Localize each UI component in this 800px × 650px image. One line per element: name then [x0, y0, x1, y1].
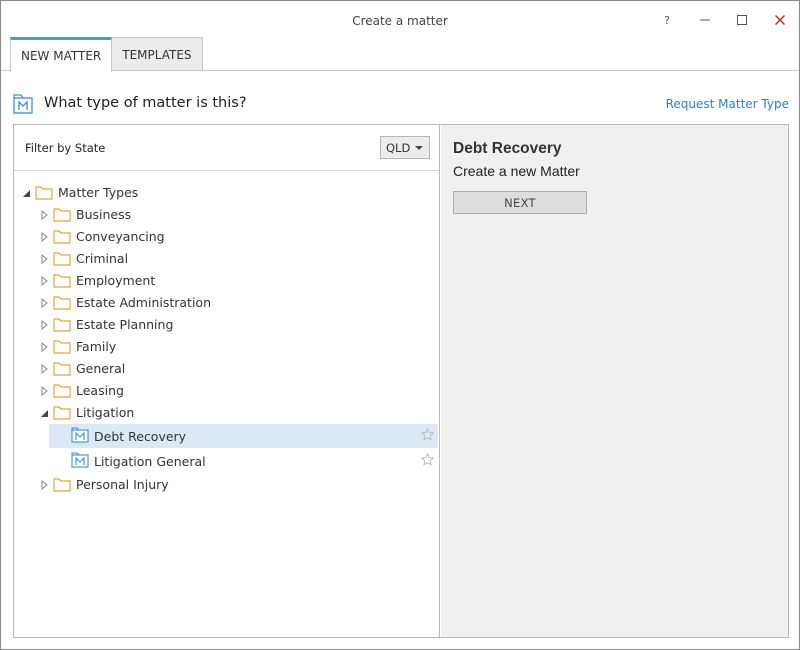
tree-item-label: Personal Injury	[76, 477, 169, 492]
folder-icon	[53, 208, 71, 222]
tree-root-matter-types[interactable]: Matter Types	[14, 182, 439, 204]
close-button[interactable]	[766, 9, 794, 31]
matter-type-question: What type of matter is this?	[44, 95, 247, 111]
collapsed-arrow-icon[interactable]	[40, 254, 49, 264]
tree-item-personal-injury[interactable]: Personal Injury	[14, 474, 439, 496]
title-bar: Create a matter ?	[1, 1, 799, 39]
expanded-arrow-icon[interactable]	[22, 188, 31, 198]
tree-item-litigation-general[interactable]: Litigation General	[14, 449, 439, 471]
matter-icon	[71, 427, 89, 443]
tree-item-label: Criminal	[76, 251, 129, 266]
folder-icon	[53, 340, 71, 354]
main-panels: Filter by State QLD Matter Types Business…	[13, 124, 789, 638]
create-matter-window: Create a matter ? NEW MATTER TEMPLATES W…	[0, 0, 800, 650]
collapsed-arrow-icon[interactable]	[40, 210, 49, 220]
folder-icon	[53, 406, 71, 420]
folder-icon	[53, 384, 71, 398]
filter-divider	[14, 170, 439, 171]
collapsed-arrow-icon[interactable]	[40, 298, 49, 308]
tab-divider	[1, 70, 799, 71]
collapsed-arrow-icon[interactable]	[40, 320, 49, 330]
expanded-arrow-icon[interactable]	[40, 408, 49, 418]
minimize-icon	[700, 19, 710, 21]
folder-icon	[53, 318, 71, 332]
collapsed-arrow-icon[interactable]	[40, 232, 49, 242]
folder-icon	[53, 274, 71, 288]
matter-icon	[13, 94, 33, 114]
tab-templates[interactable]: TEMPLATES	[112, 37, 203, 71]
folder-icon	[53, 478, 71, 492]
folder-icon	[53, 296, 71, 310]
star-icon[interactable]	[421, 453, 434, 466]
maximize-icon	[737, 15, 747, 25]
collapsed-arrow-icon[interactable]	[40, 364, 49, 374]
star-icon[interactable]	[421, 428, 434, 441]
tree-item-general[interactable]: General	[14, 358, 439, 380]
tree-item-label: Estate Planning	[76, 317, 174, 332]
folder-icon	[53, 362, 71, 376]
next-button[interactable]: NEXT	[453, 191, 587, 214]
tree-item-estate-planning[interactable]: Estate Planning	[14, 314, 439, 336]
tree-item-label: Business	[76, 207, 132, 222]
chevron-down-icon	[415, 146, 423, 150]
close-icon	[775, 15, 785, 25]
folder-icon	[35, 186, 53, 200]
collapsed-arrow-icon[interactable]	[40, 342, 49, 352]
tree-item-conveyancing[interactable]: Conveyancing	[14, 226, 439, 248]
tree-item-estate-administration[interactable]: Estate Administration	[14, 292, 439, 314]
tree-item-label: Matter Types	[58, 185, 139, 200]
tree-item-label: Litigation General	[94, 454, 206, 469]
tree-item-employment[interactable]: Employment	[14, 270, 439, 292]
tree-item-family[interactable]: Family	[14, 336, 439, 358]
collapsed-arrow-icon[interactable]	[40, 480, 49, 490]
folder-icon	[53, 252, 71, 266]
tree-item-leasing[interactable]: Leasing	[14, 380, 439, 402]
selected-matter-subtitle: Create a new Matter	[453, 163, 580, 179]
tree-item-label: Leasing	[76, 383, 124, 398]
tree-item-litigation[interactable]: Litigation	[14, 402, 439, 424]
folder-icon	[53, 230, 71, 244]
tab-new-matter[interactable]: NEW MATTER	[10, 37, 113, 72]
filter-label: Filter by State	[25, 141, 106, 155]
tree-item-label: Conveyancing	[76, 229, 165, 244]
tree-item-label: Litigation	[76, 405, 135, 420]
help-button[interactable]: ?	[653, 9, 681, 31]
tab-strip: NEW MATTER TEMPLATES	[10, 37, 203, 72]
tree-item-label: Employment	[76, 273, 156, 288]
collapsed-arrow-icon[interactable]	[40, 276, 49, 286]
tree-item-debt-recovery[interactable]: Debt Recovery	[14, 424, 439, 448]
maximize-button[interactable]	[728, 9, 756, 31]
request-matter-type-link[interactable]: Request Matter Type	[666, 97, 789, 111]
tree-item-label: Family	[76, 339, 117, 354]
matter-detail-panel: Debt Recovery Create a new Matter NEXT	[441, 125, 788, 637]
tree-item-criminal[interactable]: Criminal	[14, 248, 439, 270]
tree-item-label: Debt Recovery	[94, 429, 187, 444]
matter-type-panel: Filter by State QLD Matter Types Business…	[14, 125, 440, 637]
selected-matter-title: Debt Recovery	[453, 140, 562, 157]
state-filter-select[interactable]: QLD	[380, 136, 430, 159]
matter-icon	[71, 452, 89, 468]
tree-item-label: General	[76, 361, 126, 376]
matter-type-header: What type of matter is this? Request Mat…	[13, 93, 789, 115]
state-filter-value: QLD	[386, 140, 411, 155]
collapsed-arrow-icon[interactable]	[40, 386, 49, 396]
tree-item-business[interactable]: Business	[14, 204, 439, 226]
minimize-button[interactable]	[691, 9, 719, 31]
tree-item-label: Estate Administration	[76, 295, 212, 310]
